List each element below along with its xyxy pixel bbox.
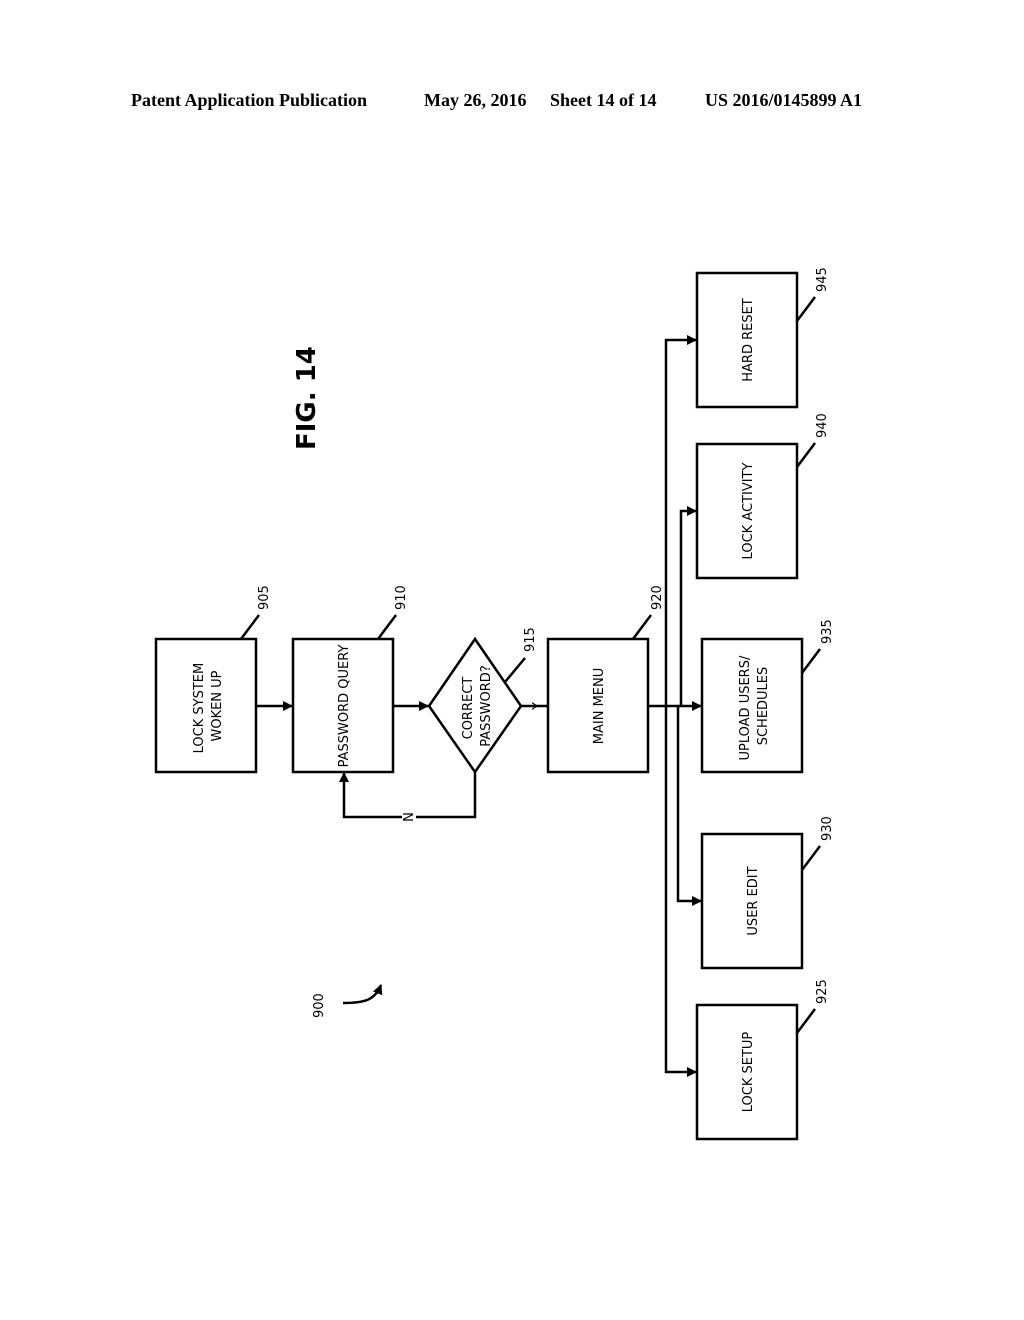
node-940: LOCK ACTIVITY 940: [695, 413, 830, 580]
node-925: LOCK SETUP 925: [695, 979, 830, 1141]
ref-number: 940: [815, 413, 830, 438]
leader-line: [504, 657, 526, 683]
leader-line: [796, 442, 816, 468]
node-label: MAIN MENU: [592, 668, 607, 744]
edge-920-940: [679, 506, 697, 706]
reference-arrow: [342, 984, 383, 1005]
node-label: HARD RESET: [741, 298, 756, 382]
node-910: PASSWORD QUERY 910: [291, 585, 409, 774]
node-905: LOCK SYSTEM WOKEN UP 905: [154, 585, 272, 774]
ref-number: 905: [257, 585, 272, 610]
node-label: LOCK ACTIVITY: [741, 463, 756, 560]
node-920: MAIN MENU 920: [546, 585, 665, 774]
leader-line: [801, 648, 821, 674]
edge-920-925: [664, 706, 697, 1077]
ref-number: 915: [523, 627, 538, 652]
ref-number: 935: [820, 619, 835, 644]
leader-line: [801, 845, 821, 871]
yes-label: Y: [531, 702, 546, 711]
node-930: USER EDIT 930: [700, 816, 835, 970]
leader-line: [377, 614, 397, 640]
ref-number: 945: [815, 267, 830, 292]
leader-line: [632, 614, 652, 640]
node-935: UPLOAD USERS/ SCHEDULES 935: [700, 619, 835, 774]
leader-line: [796, 296, 816, 322]
figure-title: FIG. 14: [292, 346, 322, 450]
node-915: CORRECT PASSWORD? 915: [427, 627, 538, 775]
ref-number: 910: [394, 585, 409, 610]
flowchart: FIG. 14 900 LOCK SYSTEM WOKEN UP 905 PAS…: [154, 267, 835, 1141]
figure-reference: 900: [312, 993, 327, 1018]
node-label: USER EDIT: [746, 866, 761, 935]
no-label: N: [402, 812, 417, 822]
ref-number: 920: [650, 585, 665, 610]
node-945: HARD RESET 945: [695, 267, 830, 409]
node-label: PASSWORD QUERY: [337, 645, 352, 768]
leader-line: [796, 1008, 816, 1034]
ref-number: 925: [815, 979, 830, 1004]
ref-number: 930: [820, 816, 835, 841]
edge-920-930: [676, 706, 702, 906]
node-label: LOCK SETUP: [741, 1032, 756, 1113]
leader-line: [240, 614, 260, 640]
